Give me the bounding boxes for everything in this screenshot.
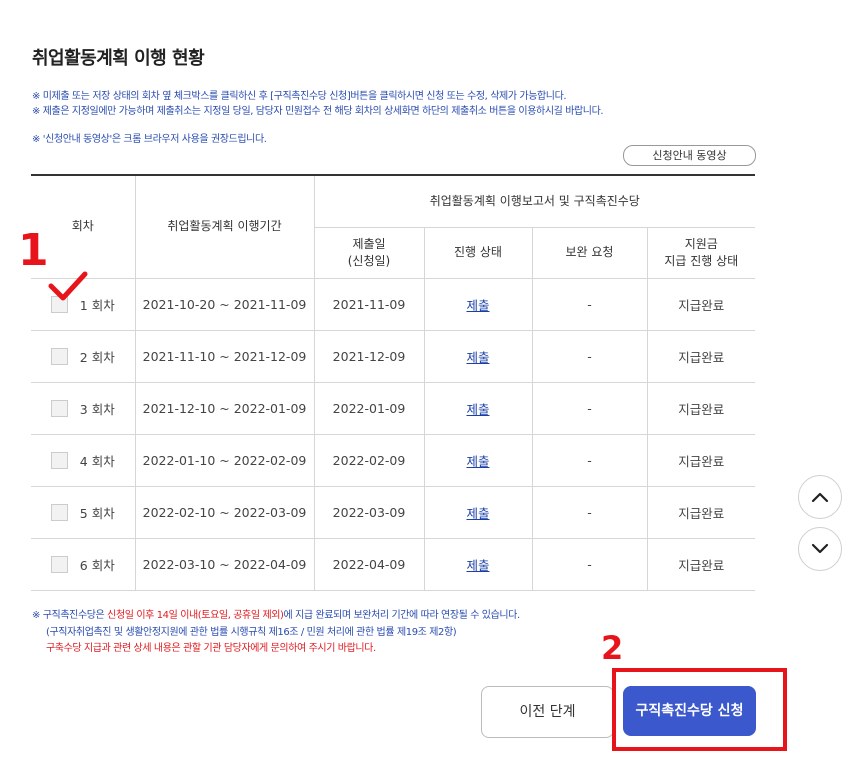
round-label: 5 회차 (79, 505, 115, 521)
supplement-cell: - (531, 538, 647, 591)
round-checkbox[interactable] (50, 503, 68, 521)
payment-status-cell: 지급완료 (646, 486, 756, 539)
round-checkbox[interactable] (50, 399, 68, 417)
supplement-cell: - (531, 382, 647, 435)
previous-step-button[interactable]: 이전 단계 (481, 686, 614, 738)
period-cell: 2022-03-10 ~ 2022-04-09 (134, 538, 314, 591)
header-submit-date-line2: (신청일) (347, 253, 391, 268)
round-checkbox[interactable] (50, 347, 68, 365)
guide-video-button[interactable]: 신청안내 동영상 (623, 145, 756, 166)
submit-date-cell: 2022-02-09 (313, 434, 424, 487)
period-cell: 2022-02-10 ~ 2022-03-09 (134, 486, 314, 539)
submit-date-cell: 2021-12-09 (313, 330, 424, 383)
period-cell: 2021-12-10 ~ 2022-01-09 (134, 382, 314, 435)
round-label: 2 회차 (79, 349, 115, 365)
supplement-cell: - (531, 486, 647, 539)
table-row: 2 회차 2021-11-10 ~ 2021-12-09 2021-12-09 … (31, 330, 756, 383)
header-progress: 진행 상태 (423, 227, 532, 279)
status-link[interactable]: 제출 (466, 350, 489, 365)
status-link[interactable]: 제출 (466, 298, 489, 313)
header-group: 취업활동계획 이행보고서 및 구직촉진수당 (313, 174, 756, 228)
scroll-up-button[interactable] (798, 475, 842, 519)
table-row: 6 회차 2022-03-10 ~ 2022-04-09 2022-04-09 … (31, 538, 756, 591)
annotation-step-2: 2 (601, 629, 624, 667)
header-payment-line1: 지원금 (684, 236, 718, 251)
submit-date-cell: 2022-01-09 (313, 382, 424, 435)
header-period: 취업활동계획 이행기간 (134, 174, 314, 279)
footnote-line-1-a: ※ 구직촉진수당은 (32, 610, 108, 621)
payment-status-cell: 지급완료 (646, 330, 756, 383)
notice-line-3: ※ '신청안내 동영상'은 크롬 브라우저 사용을 권장드립니다. (32, 134, 267, 145)
page-title: 취업활동계획 이행 현황 (32, 48, 205, 69)
footnote-line-3: 구축수당 지급과 관련 상세 내용은 관할 기관 담당자에게 문의하여 주시기 … (46, 643, 376, 654)
round-checkbox[interactable] (50, 451, 68, 469)
supplement-cell: - (531, 278, 647, 331)
footnote-line-1-red: 신청일 이후 14일 이내(토요일, 공휴일 제외) (107, 610, 284, 621)
supplement-cell: - (531, 330, 647, 383)
status-link[interactable]: 제출 (466, 454, 489, 469)
submit-date-cell: 2021-11-09 (313, 278, 424, 331)
submit-date-cell: 2022-04-09 (313, 538, 424, 591)
annotation-step-1: 1 (18, 225, 49, 276)
header-submit-date-line1: 제출일 (352, 236, 386, 251)
status-link[interactable]: 제출 (466, 558, 489, 573)
status-link[interactable]: 제출 (466, 402, 489, 417)
payment-status-cell: 지급완료 (646, 382, 756, 435)
table-row: 4 회차 2022-01-10 ~ 2022-02-09 2022-02-09 … (31, 434, 756, 487)
period-cell: 2021-11-10 ~ 2021-12-09 (134, 330, 314, 383)
chevron-up-icon (811, 492, 829, 503)
supplement-cell: - (531, 434, 647, 487)
chevron-down-icon (811, 543, 829, 554)
round-label: 6 회차 (79, 557, 115, 573)
header-payment-line2: 지급 진행 상태 (664, 253, 739, 268)
period-cell: 2022-01-10 ~ 2022-02-09 (134, 434, 314, 487)
round-checkbox[interactable] (50, 555, 68, 573)
payment-status-cell: 지급완료 (646, 538, 756, 591)
table-row: 1 회차 2021-10-20 ~ 2021-11-09 2021-11-09 … (31, 278, 756, 331)
notice-line-1: ※ 미제출 또는 저장 상태의 회차 옆 체크박스를 클릭하신 후 [구직촉진수… (32, 91, 567, 102)
round-label: 3 회차 (79, 401, 115, 417)
header-submit-date: 제출일 (신청일) (313, 227, 424, 279)
plan-status-table: 회차 취업활동계획 이행기간 취업활동계획 이행보고서 및 구직촉진수당 제출일… (31, 174, 756, 591)
footnote-line-1: ※ 구직촉진수당은 신청일 이후 14일 이내(토요일, 공휴일 제외)에 지급… (32, 606, 520, 621)
submit-date-cell: 2022-03-09 (313, 486, 424, 539)
status-link[interactable]: 제출 (466, 506, 489, 521)
highlight-box (612, 668, 787, 751)
table-row: 3 회차 2021-12-10 ~ 2022-01-09 2022-01-09 … (31, 382, 756, 435)
payment-status-cell: 지급완료 (646, 434, 756, 487)
check-mark-icon (48, 271, 88, 301)
footnote-line-1-b: 에 지급 완료되며 보완처리 기간에 따라 연장될 수 있습니다. (283, 610, 521, 621)
footnote-line-2: (구직자취업촉진 및 생활안정지원에 관한 법률 시행규칙 제16조 / 민원 … (46, 627, 457, 638)
header-payment: 지원금 지급 진행 상태 (646, 227, 756, 279)
scroll-down-button[interactable] (798, 527, 842, 571)
payment-status-cell: 지급완료 (646, 278, 756, 331)
header-supplement: 보완 요청 (531, 227, 647, 279)
table-row: 5 회차 2022-02-10 ~ 2022-03-09 2022-03-09 … (31, 486, 756, 539)
notice-line-2: ※ 제출은 지정일에만 가능하며 제출취소는 지정일 당일, 담당자 민원접수 … (32, 106, 604, 117)
round-label: 4 회차 (79, 453, 115, 469)
period-cell: 2021-10-20 ~ 2021-11-09 (134, 278, 314, 331)
